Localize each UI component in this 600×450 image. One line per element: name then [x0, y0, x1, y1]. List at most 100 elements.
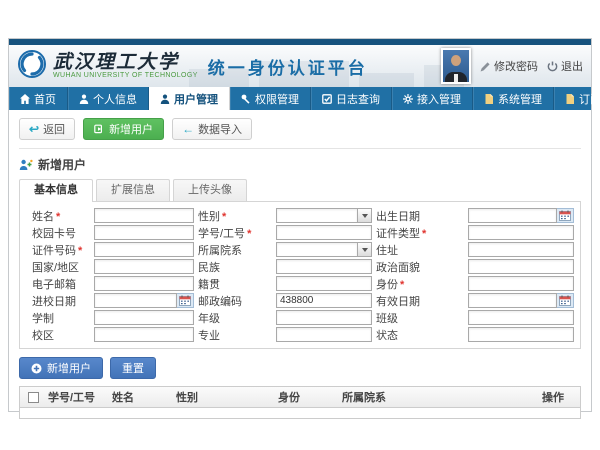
form-actions: 新增用户 重置 — [19, 357, 581, 379]
key-icon — [241, 94, 251, 104]
user-avatar[interactable] — [441, 48, 471, 84]
address-input[interactable] — [468, 242, 574, 257]
content-area: ↩ 返回 新增用户 ← 数据导入 新增用户 基本信息 扩展信息 上传头像 姓 — [9, 110, 591, 419]
form-tabs: 基本信息 扩展信息 上传头像 — [19, 179, 581, 201]
postal-code-label: 邮政编码 — [198, 293, 272, 309]
col-department: 所属院系 — [340, 389, 540, 405]
nav-item-home[interactable]: 首页 — [9, 87, 68, 110]
chevron-down-icon[interactable] — [358, 208, 372, 223]
email-input[interactable] — [94, 276, 194, 291]
calendar-icon[interactable] — [177, 293, 194, 308]
col-student-id: 学号/工号 — [46, 389, 110, 405]
add-user-toolbar-button[interactable]: 新增用户 — [83, 118, 164, 140]
class-input[interactable] — [468, 310, 574, 325]
university-logo-icon — [17, 49, 47, 84]
grade-input[interactable] — [276, 310, 372, 325]
col-actions: 操作 — [540, 389, 580, 405]
chevron-down-icon[interactable] — [358, 242, 372, 257]
power-icon — [547, 61, 558, 72]
form-row: 姓名* 性别* 出生日期 — [32, 207, 572, 224]
campus-label: 校区 — [32, 327, 90, 343]
nav-label: 用户管理 — [174, 91, 218, 107]
native-place-input[interactable] — [276, 276, 372, 291]
nav-item-personal-info[interactable]: 个人信息 — [68, 87, 149, 110]
nav-item-access-management[interactable]: 接入管理 — [392, 87, 473, 110]
name-input[interactable] — [94, 208, 194, 223]
department-select[interactable] — [276, 242, 358, 257]
birth-date-label: 出生日期 — [376, 208, 464, 224]
change-password-label: 修改密码 — [494, 58, 538, 74]
form-row: 校园卡号 学号/工号* 证件类型* — [32, 224, 572, 241]
form-row: 进校日期 邮政编码 有效日期 — [32, 292, 572, 309]
name-label: 姓名* — [32, 208, 90, 224]
id-number-label: 证件号码* — [32, 242, 90, 258]
pencil-icon — [480, 61, 491, 72]
logout-label: 退出 — [561, 58, 583, 74]
submit-add-user-button[interactable]: 新增用户 — [19, 357, 103, 379]
basic-info-panel: 姓名* 性别* 出生日期 校园卡号 学号/工号* 证件类型* 证件号码* 所属 — [19, 201, 581, 349]
form-row: 校区 专业 状态 — [32, 326, 572, 343]
identity-input[interactable] — [468, 276, 574, 291]
tab-upload-avatar[interactable]: 上传头像 — [173, 179, 247, 201]
address-label: 住址 — [376, 242, 464, 258]
calendar-icon[interactable] — [557, 293, 574, 308]
user-table: 学号/工号 姓名 性别 身份 所属院系 操作 — [19, 386, 581, 419]
log-check-icon — [322, 94, 332, 104]
id-type-input[interactable] — [468, 225, 574, 240]
valid-date-input[interactable] — [468, 293, 557, 308]
main-nav: 首页 个人信息 用户管理 权限管理 日志查询 接入管理 系统管理 订阅管理 — [9, 87, 591, 110]
logout-link[interactable]: 退出 — [547, 58, 583, 74]
nav-label: 订阅管理 — [579, 91, 600, 107]
calendar-icon[interactable] — [557, 208, 574, 223]
nav-label: 系统管理 — [498, 91, 542, 107]
select-all-checkbox[interactable] — [28, 392, 39, 403]
toolbar: ↩ 返回 新增用户 ← 数据导入 — [19, 118, 581, 140]
student-id-input[interactable] — [276, 225, 372, 240]
id-number-input[interactable] — [94, 242, 194, 257]
enroll-date-input[interactable] — [94, 293, 177, 308]
reset-button[interactable]: 重置 — [110, 357, 156, 379]
platform-title: 统一身份认证平台 — [208, 54, 368, 79]
data-import-button[interactable]: ← 数据导入 — [172, 118, 252, 140]
status-input[interactable] — [468, 327, 574, 342]
nav-item-subscription-management[interactable]: 订阅管理 — [554, 87, 600, 110]
back-label: 返回 — [43, 121, 65, 137]
back-arrow-icon: ↩ — [29, 124, 39, 134]
country-input[interactable] — [94, 259, 194, 274]
ethnicity-label: 民族 — [198, 259, 272, 275]
nav-item-permission-management[interactable]: 权限管理 — [230, 87, 311, 110]
postal-code-input[interactable] — [276, 293, 372, 308]
nav-item-log-query[interactable]: 日志查询 — [311, 87, 392, 110]
schooling-length-input[interactable] — [94, 310, 194, 325]
enroll-date-label: 进校日期 — [32, 293, 90, 309]
form-row: 国家/地区 民族 政治面貌 — [32, 258, 572, 275]
nav-item-system-management[interactable]: 系统管理 — [473, 87, 554, 110]
document-icon — [484, 94, 494, 104]
political-status-input[interactable] — [468, 259, 574, 274]
tab-basic-info[interactable]: 基本信息 — [19, 179, 93, 202]
form-row: 电子邮箱 籍贯 身份* — [32, 275, 572, 292]
ethnicity-input[interactable] — [276, 259, 372, 274]
change-password-link[interactable]: 修改密码 — [480, 58, 538, 74]
avatar-head — [451, 55, 461, 66]
gender-label: 性别* — [198, 208, 272, 224]
birth-date-input[interactable] — [468, 208, 557, 223]
app-window: 武汉理工大学 WUHAN UNIVERSITY OF TECHNOLOGY 统一… — [8, 38, 592, 412]
tab-extended-info[interactable]: 扩展信息 — [96, 179, 170, 201]
campus-input[interactable] — [94, 327, 194, 342]
nav-item-user-management[interactable]: 用户管理 — [149, 87, 230, 110]
reset-label: 重置 — [122, 360, 144, 376]
person-icon — [79, 94, 89, 104]
student-id-label: 学号/工号* — [198, 225, 272, 241]
major-input[interactable] — [276, 327, 372, 342]
university-name: 武汉理工大学 WUHAN UNIVERSITY OF TECHNOLOGY — [53, 53, 198, 80]
table-empty-body — [20, 408, 580, 418]
valid-date-label: 有效日期 — [376, 293, 464, 309]
back-button[interactable]: ↩ 返回 — [19, 118, 75, 140]
gender-select[interactable] — [276, 208, 358, 223]
native-place-label: 籍贯 — [198, 276, 272, 292]
home-icon — [20, 94, 30, 104]
campus-card-input[interactable] — [94, 225, 194, 240]
col-name: 姓名 — [110, 389, 174, 405]
status-label: 状态 — [376, 327, 464, 343]
